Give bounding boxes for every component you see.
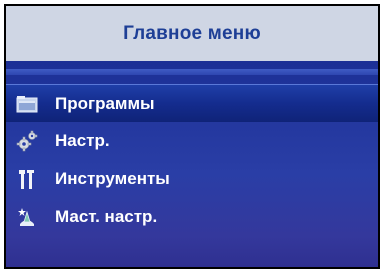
gears-icon (16, 130, 38, 152)
menu-item-label: Программы (55, 93, 155, 113)
menu-item-label: Инструменты (55, 169, 170, 188)
menu-item-label: Маст. настр. (55, 207, 158, 226)
menu-item-label: Настр. (55, 131, 110, 150)
menu-body: Программы Настр. Инструменты Маст. настр… (6, 61, 378, 267)
main-menu-list: Программы Настр. Инструменты Маст. настр… (6, 84, 378, 236)
header-accent-bar (6, 69, 378, 75)
menu-item-programs[interactable]: Программы (6, 84, 378, 122)
menu-title: Главное меню (123, 22, 261, 44)
main-menu-window: Главное меню Программы Настр. Инструмент… (4, 4, 380, 269)
menu-item-setup-wizard[interactable]: Маст. настр. (6, 198, 378, 236)
menu-item-settings[interactable]: Настр. (6, 122, 378, 160)
menu-item-tools[interactable]: Инструменты (6, 160, 378, 198)
setup-wizard-icon (16, 206, 38, 228)
tools-icon (16, 168, 38, 190)
menu-header: Главное меню (6, 6, 378, 61)
folder-icon (16, 93, 38, 115)
